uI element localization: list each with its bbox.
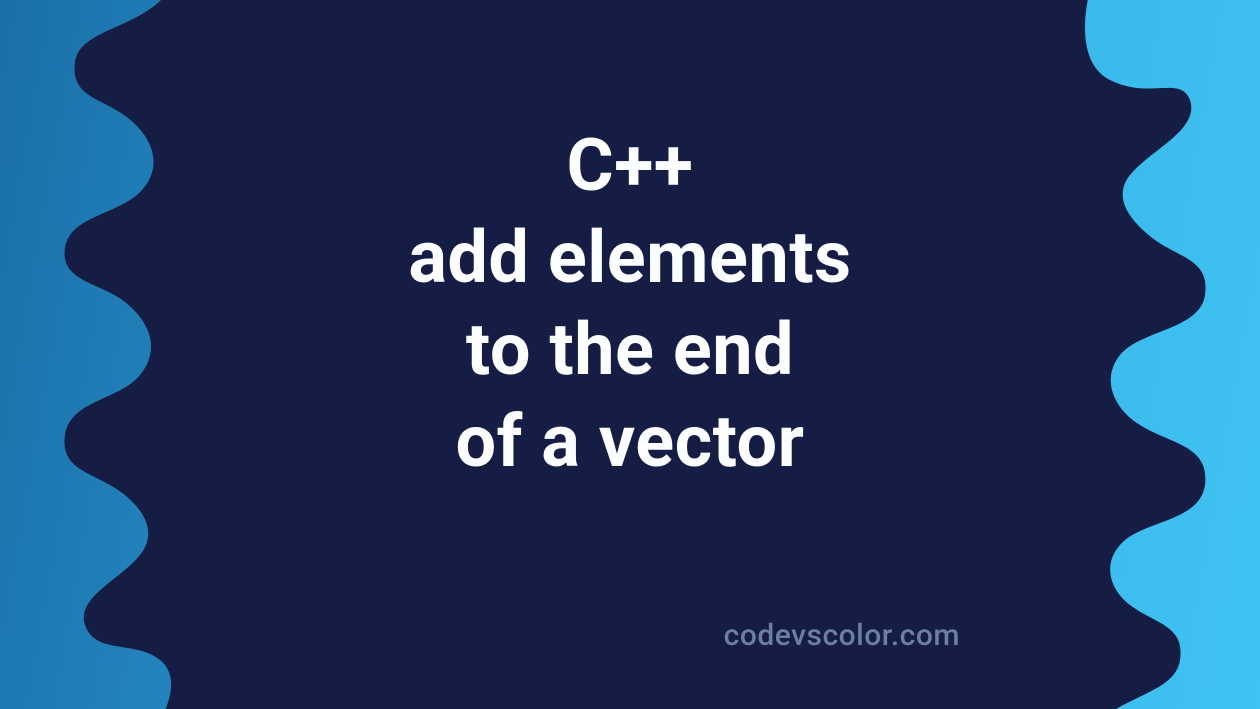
title-line-3: to the end bbox=[0, 304, 1260, 396]
title-line-4: of a vector bbox=[0, 396, 1260, 488]
title-text: C++ add elements to the end of a vector bbox=[0, 120, 1260, 489]
watermark-text: codevscolor.com bbox=[724, 618, 960, 653]
title-line-2: add elements bbox=[0, 212, 1260, 304]
title-line-1: C++ bbox=[0, 120, 1260, 212]
banner-image: C++ add elements to the end of a vector … bbox=[0, 0, 1260, 709]
